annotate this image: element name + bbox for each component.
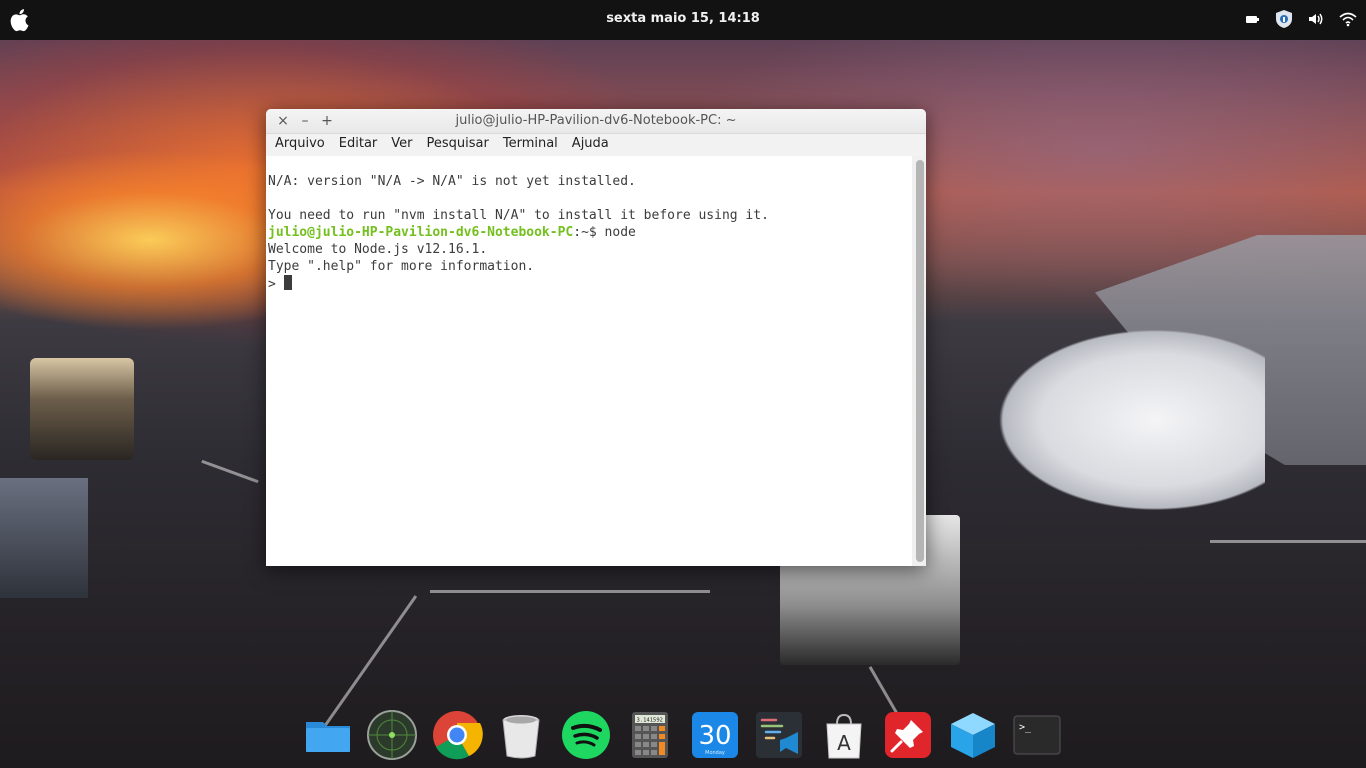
prompt-user-host: julio@julio-HP-Pavilion-dv6-Notebook-PC [268,225,574,240]
calendar-weekday: Monday [705,750,725,756]
terminal-app-prompt: >_ [1019,722,1032,733]
radar-app-icon[interactable] [365,708,419,762]
titlebar[interactable]: × – + julio@julio-HP-Pavilion-dv6-Notebo… [266,109,926,134]
box-app-icon[interactable] [946,708,1000,762]
repl-prompt-line[interactable]: > [268,275,910,293]
calendar-icon[interactable]: 30 Monday [688,708,742,762]
scrollbar-thumb[interactable] [916,160,924,562]
menu-editar[interactable]: Editar [333,134,386,156]
airplane [925,280,1265,540]
files-folder-icon[interactable] [301,708,355,762]
top-panel: sexta maio 15, 14:18 [0,0,1366,40]
clock[interactable]: sexta maio 15, 14:18 [0,11,1366,26]
menu-ajuda[interactable]: Ajuda [566,134,617,156]
trash-icon[interactable] [494,708,548,762]
terminal-app-icon[interactable]: >_ [1010,708,1064,762]
baggage-cart [0,478,88,598]
dock: 3.141592 30 Monday A >_ [295,702,1070,768]
text-cursor [283,275,292,290]
menubar: Arquivo Editar Ver Pesquisar Terminal Aj… [266,134,926,157]
prompt-command: :~$ node [573,225,636,240]
chrome-browser-icon[interactable] [430,708,484,762]
battery-icon[interactable] [1242,9,1262,29]
tarmac-marking [1210,540,1366,543]
wifi-icon[interactable] [1338,9,1358,29]
app-store-letter: A [837,731,851,755]
calendar-day: 30 [698,721,731,751]
menu-arquivo[interactable]: Arquivo [269,134,333,156]
code-editor-icon[interactable] [752,708,806,762]
menu-pesquisar[interactable]: Pesquisar [421,134,497,156]
airport-bus [30,358,134,460]
menu-terminal[interactable]: Terminal [497,134,566,156]
tarmac-marking [201,459,259,484]
pin-app-icon[interactable] [881,708,935,762]
volume-icon[interactable] [1306,9,1326,29]
app-store-icon[interactable]: A [817,708,871,762]
system-tray [1242,9,1358,29]
terminal-body[interactable]: N/A: version "N/A -> N/A" is not yet ins… [266,156,926,566]
security-shield-icon[interactable] [1274,9,1294,29]
output-line: Type ".help" for more information. [268,259,535,274]
scrollbar[interactable] [912,156,926,566]
window-title: julio@julio-HP-Pavilion-dv6-Notebook-PC:… [455,113,737,128]
calculator-icon[interactable]: 3.141592 [623,708,677,762]
output-line: N/A: version "N/A -> N/A" is not yet ins… [268,174,636,189]
terminal-window[interactable]: × – + julio@julio-HP-Pavilion-dv6-Notebo… [266,109,926,566]
prompt-line: julio@julio-HP-Pavilion-dv6-Notebook-PC:… [268,224,910,241]
repl-prompt: > [268,277,276,292]
tarmac-marking [430,590,710,593]
terminal-output: N/A: version "N/A -> N/A" is not yet ins… [268,156,910,327]
output-line: Welcome to Node.js v12.16.1. [268,242,488,257]
spotify-icon[interactable] [559,708,613,762]
menu-ver[interactable]: Ver [385,134,420,156]
calculator-display: 3.141592 [637,718,664,724]
output-line: You need to run "nvm install N/A" to ins… [268,208,769,223]
